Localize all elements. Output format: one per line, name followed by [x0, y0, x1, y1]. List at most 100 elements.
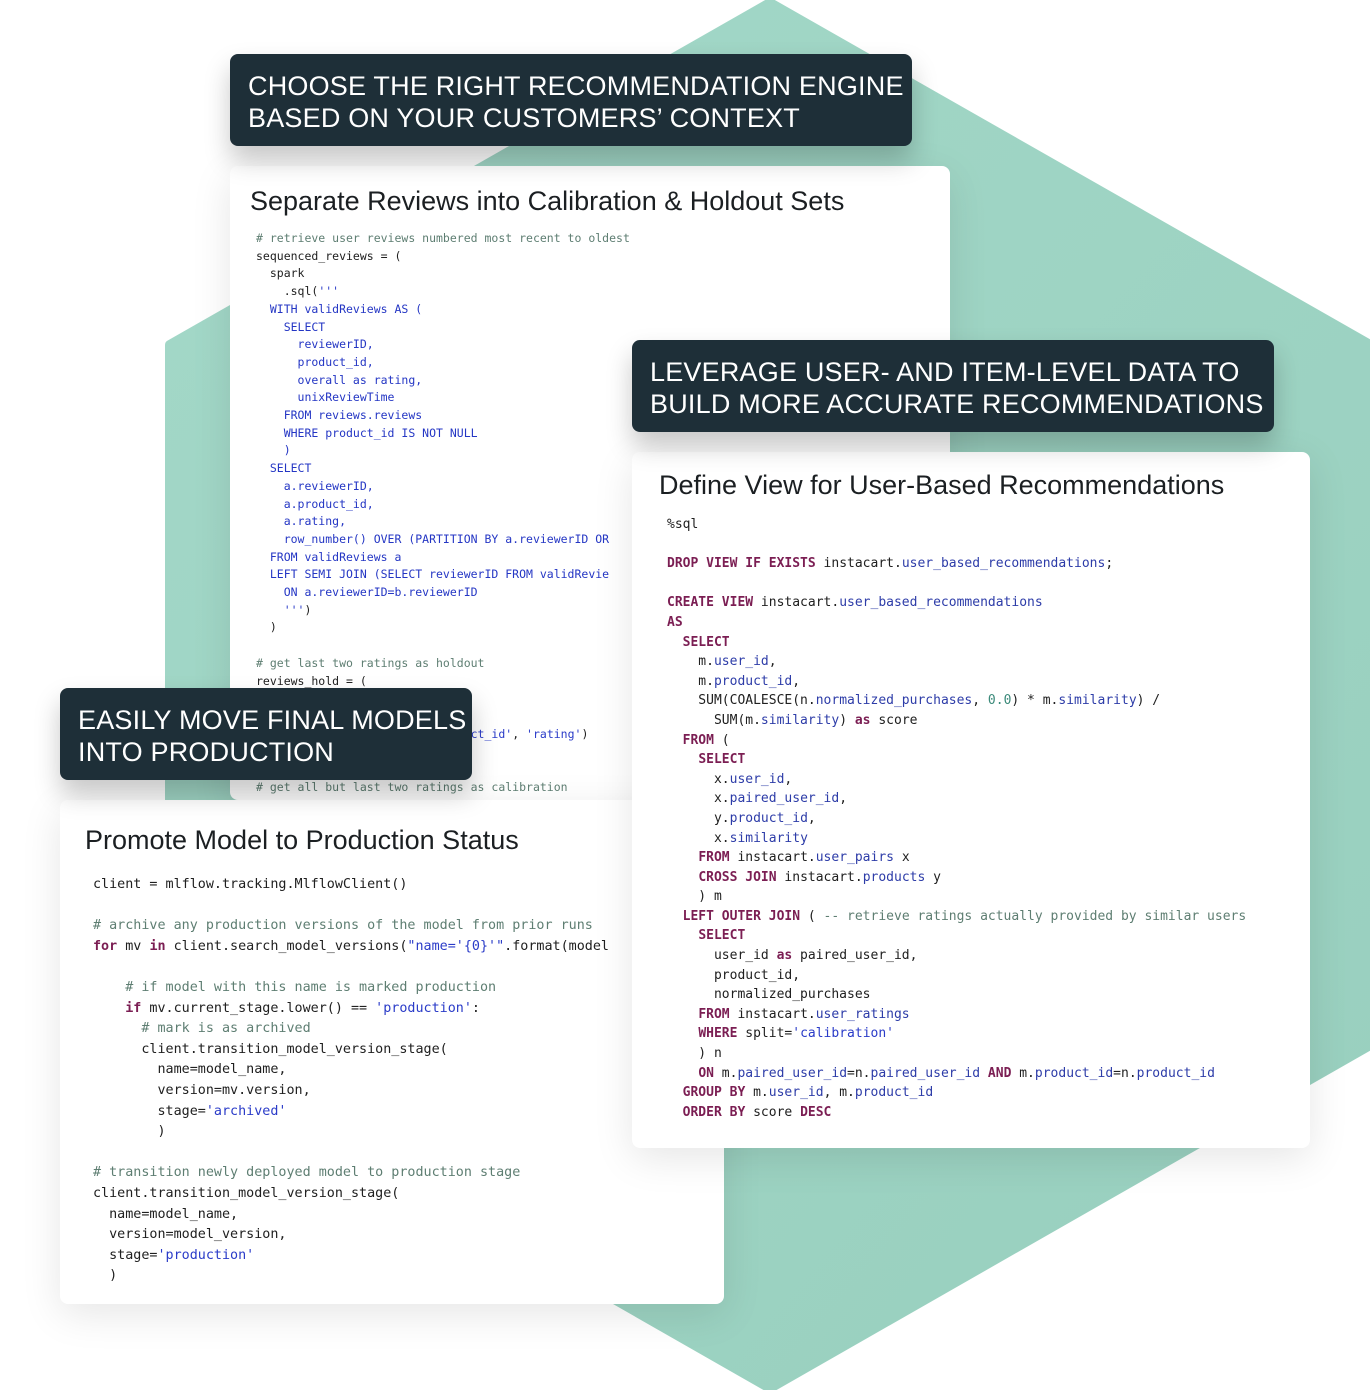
code-line: # archive any production versions of the… — [93, 916, 609, 937]
code-token: user_id — [729, 771, 785, 787]
code-token: x — [894, 850, 910, 866]
code-token: instacart. — [753, 595, 840, 611]
code-line: SELECT — [256, 319, 630, 337]
code-line: # mark is as archived — [93, 1019, 609, 1040]
code-line: GROUP BY m.user_id, m.product_id — [667, 1083, 1246, 1103]
code-line: unixReviewTime — [256, 389, 630, 407]
code-line: x.user_id, — [667, 770, 1246, 790]
banner-line: LEVERAGE USER- AND ITEM-LEVEL DATA TO — [650, 357, 1240, 387]
code-token: m. — [667, 654, 714, 670]
code-token: , — [768, 654, 777, 670]
code-line: FROM ( — [667, 731, 1246, 751]
code-line: reviewerID, — [256, 336, 630, 354]
code-token: , — [784, 771, 793, 787]
code-token: paired_user_id — [737, 1065, 848, 1081]
code-line: x.paired_user_id, — [667, 789, 1246, 809]
code-token: paired_user_id, — [792, 948, 918, 964]
card-title: Separate Reviews into Calibration & Hold… — [250, 186, 845, 216]
code-token: , — [807, 810, 816, 826]
code-line: CREATE VIEW instacart.user_based_recomme… — [667, 593, 1246, 613]
code-token: # if model with this name is marked prod… — [125, 979, 497, 995]
code-token: SUM(COALESCE(n. — [667, 693, 816, 709]
code-line: FROM instacart.user_ratings — [667, 1005, 1246, 1025]
code-line: # get all but last two ratings as calibr… — [256, 779, 630, 797]
code-token: instacart. — [729, 1006, 816, 1022]
code-line: name=model_name, — [93, 1060, 609, 1081]
code-line: AS — [667, 613, 1246, 633]
code-token: name=model_name, — [93, 1062, 287, 1078]
code-token: as — [776, 948, 793, 964]
code-line: ) — [93, 1122, 609, 1143]
code-line: # transition newly deployed model to pro… — [93, 1163, 609, 1184]
code-token: m. — [667, 673, 714, 689]
code-token: version=model_version, — [93, 1227, 287, 1243]
code-line: y.product_id, — [667, 809, 1246, 829]
code-token: .sql( — [256, 284, 319, 299]
code-line: SELECT — [667, 926, 1246, 946]
code-line: ON m.paired_user_id=n.paired_user_id AND… — [667, 1064, 1246, 1084]
code-line: a.product_id, — [256, 496, 630, 514]
promote-model-code-card: Promote Model to Production Status clien… — [60, 800, 724, 1304]
code-token: # retrieve user reviews numbered most re… — [256, 231, 630, 245]
code-token: # get last two ratings as holdout — [256, 655, 485, 670]
code-line: ) n — [667, 1044, 1246, 1064]
code-token: product_id — [1136, 1065, 1215, 1081]
code-token: paired_user_id — [729, 791, 840, 807]
code-line: product_id, — [256, 354, 630, 372]
code-line: m.user_id, — [667, 652, 1246, 672]
code-token: CREATE VIEW — [667, 595, 754, 611]
code-token: 'production' — [375, 1000, 472, 1016]
code-token: y. — [667, 810, 730, 826]
code-line: if mv.current_stage.lower() == 'producti… — [93, 999, 609, 1020]
code-token: WITH validReviews AS ( — [256, 301, 423, 316]
banner-line: BASED ON YOUR CUSTOMERS’ CONTEXT — [248, 103, 800, 133]
code-token: WHERE product_id IS NOT NULL — [256, 425, 478, 440]
code-token: 'production' — [157, 1247, 255, 1263]
code-token: if — [125, 1000, 142, 1016]
code-line: stage='archived' — [93, 1102, 609, 1123]
code-token: version=mv.version, — [93, 1082, 311, 1098]
user-view-code-card: Define View for User-Based Recommendatio… — [632, 452, 1310, 1148]
code-token: score — [745, 1104, 801, 1120]
code-token: user_id — [667, 948, 777, 964]
code-token: y — [925, 869, 941, 885]
code-line: .sql(''' — [256, 283, 630, 301]
code-token: a.reviewerID, — [256, 478, 374, 493]
code-token: stage= — [93, 1247, 158, 1263]
code-token: product_id — [713, 673, 793, 689]
code-token: client.search_model_versions( — [165, 938, 408, 954]
code-token: user_based_recommendations — [901, 556, 1106, 572]
code-token: spark — [256, 266, 305, 281]
code-line: FROM instacart.user_pairs x — [667, 848, 1246, 868]
code-token: LEFT OUTER JOIN — [682, 908, 801, 924]
banner-line: EASILY MOVE FINAL MODELS — [78, 705, 467, 735]
code-line: ) — [256, 619, 630, 637]
code-token: ) n — [667, 1046, 722, 1062]
code-line: DROP VIEW IF EXISTS instacart.user_based… — [667, 554, 1246, 574]
code-token: ON a.reviewerID=b.reviewerID — [256, 585, 478, 600]
code-line: ) — [256, 442, 630, 460]
code-line: # if model with this name is marked prod… — [93, 978, 609, 999]
code-line: SUM(m.similarity) as score — [667, 711, 1246, 731]
code-token: product_id — [729, 810, 808, 826]
code-line: row_number() OVER (PARTITION BY a.review… — [256, 531, 630, 549]
code-line: # get last two ratings as holdout — [256, 655, 630, 673]
code-token: FROM — [698, 850, 730, 866]
code-token: DROP VIEW IF EXISTS — [667, 556, 816, 572]
code-line: CROSS JOIN instacart.products y — [667, 868, 1246, 888]
code-token: reviewerID, — [256, 337, 374, 352]
code-block: client = mlflow.tracking.MlflowClient() … — [93, 875, 609, 1287]
banner-line: CHOOSE THE RIGHT RECOMMENDATION ENGINE — [248, 71, 904, 101]
code-token: client = mlflow.tracking.MlflowClient() — [93, 877, 408, 892]
code-token: ON — [698, 1065, 714, 1081]
